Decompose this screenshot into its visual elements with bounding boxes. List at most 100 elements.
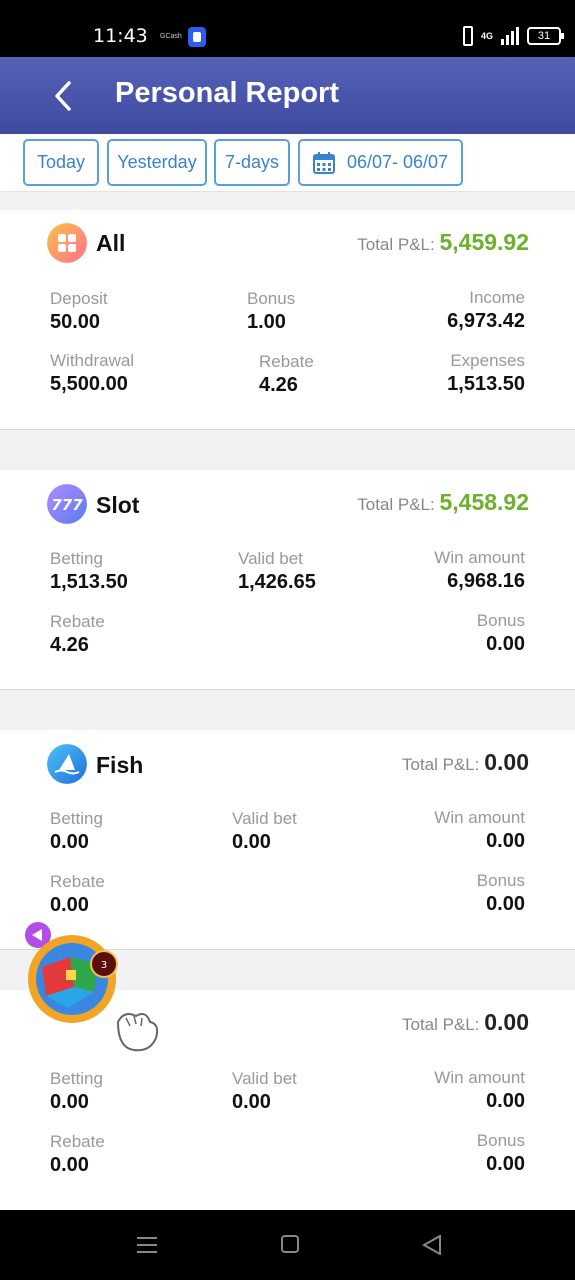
- vibrate-icon: [462, 26, 473, 46]
- cell-label: Valid bet: [232, 809, 297, 828]
- section-title: Slot: [96, 492, 140, 518]
- page-title: Personal Report: [115, 77, 339, 109]
- back-nav-icon[interactable]: [422, 1235, 442, 1255]
- cell-label: Bonus: [476, 1131, 525, 1150]
- cell-label: Betting: [50, 809, 103, 828]
- betting-cell: Betting 1,513.50: [50, 548, 128, 594]
- all-games-icon: [47, 223, 87, 263]
- section-title: All: [96, 230, 126, 256]
- total-pl: Total P&L: 5,458.92: [357, 489, 529, 516]
- total-pl-label: Total P&L:: [402, 1015, 480, 1034]
- date-range-label: 06/07- 06/07: [346, 152, 449, 172]
- total-pl-value: 5,458.92: [439, 489, 529, 515]
- rebate-cell: Rebate 0.00: [50, 1131, 105, 1177]
- rebate-cell: Rebate 0.00: [50, 871, 105, 917]
- cell-value: 0.00: [486, 830, 525, 852]
- recent-apps-icon[interactable]: [137, 1235, 157, 1255]
- cell-label: Win amount: [434, 808, 525, 827]
- svg-text:777: 777: [51, 496, 83, 514]
- cell-label: Deposit: [50, 289, 108, 308]
- report-card-all: All Total P&L: 5,459.92 Deposit 50.00 Bon…: [0, 210, 575, 430]
- cell-value: 0.00: [486, 1153, 525, 1175]
- cell-value: 4.26: [259, 374, 298, 396]
- cell-label: Bonus: [247, 289, 296, 308]
- cell-label: Expenses: [450, 351, 525, 370]
- cell-value: 0.00: [50, 831, 89, 853]
- cell-label: Rebate: [259, 352, 314, 371]
- total-pl-label: Total P&L:: [357, 495, 435, 514]
- calendar-icon: [312, 151, 335, 174]
- income-cell: Income 6,973.42: [447, 287, 525, 333]
- win-amount-cell: Win amount 0.00: [434, 1067, 525, 1113]
- betting-cell: Betting 0.00: [50, 808, 103, 854]
- cell-label: Rebate: [50, 1132, 105, 1151]
- valid-bet-cell: Valid bet 0.00: [232, 808, 297, 854]
- total-pl-value: 0.00: [484, 1009, 529, 1035]
- cell-value: 0.00: [486, 633, 525, 655]
- total-pl-value: 5,459.92: [439, 229, 529, 255]
- gcash-notification-label: GCash: [160, 33, 182, 40]
- bonus-cell: Bonus 0.00: [477, 870, 525, 916]
- total-pl-value: 0.00: [484, 749, 529, 775]
- status-icons: 4G 31: [462, 26, 564, 46]
- withdrawal-cell: Withdrawal 5,500.00: [50, 350, 134, 396]
- total-pl: Total P&L: 0.00: [402, 1009, 529, 1036]
- total-pl-label: Total P&L:: [402, 755, 480, 774]
- badge-count: 3: [101, 960, 107, 971]
- cell-value: 6,968.16: [447, 570, 525, 592]
- expenses-cell: Expenses 1,513.50: [447, 350, 525, 396]
- cell-value: 4.26: [50, 634, 89, 656]
- back-arrow-icon[interactable]: [52, 79, 74, 113]
- cell-label: Valid bet: [232, 1069, 297, 1088]
- home-icon[interactable]: [281, 1235, 299, 1253]
- total-pl-label: Total P&L:: [357, 235, 435, 254]
- cell-label: Rebate: [50, 872, 105, 891]
- win-amount-cell: Win amount 0.00: [434, 807, 525, 853]
- status-time: 11:43: [93, 25, 148, 47]
- total-pl: Total P&L: 0.00: [402, 749, 529, 776]
- deposit-cell: Deposit 50.00: [50, 288, 108, 334]
- cell-value: 5,500.00: [50, 373, 128, 395]
- filter-7days-button[interactable]: 7-days: [214, 139, 290, 186]
- cell-value: 0.00: [50, 894, 89, 916]
- section-title: Fish: [96, 752, 144, 778]
- app-header: Personal Report: [0, 57, 575, 134]
- cell-value: 1,426.65: [238, 571, 316, 593]
- cell-value: 0.00: [486, 1090, 525, 1112]
- win-amount-cell: Win amount 6,968.16: [434, 547, 525, 593]
- cell-value: 1,513.50: [50, 571, 128, 593]
- cell-value: 6,973.42: [447, 310, 525, 332]
- valid-bet-cell: Valid bet 1,426.65: [238, 548, 316, 594]
- gift-box-icon: 3: [25, 922, 159, 1052]
- valid-bet-cell: Valid bet 0.00: [232, 1068, 297, 1114]
- cell-value: 0.00: [232, 831, 271, 853]
- cell-label: Rebate: [50, 612, 105, 631]
- date-range-picker[interactable]: 06/07- 06/07: [298, 139, 463, 186]
- cell-label: Betting: [50, 549, 103, 568]
- cell-label: Bonus: [476, 611, 525, 630]
- signal-icon: [501, 27, 519, 45]
- cell-label: Betting: [50, 1069, 103, 1088]
- filter-today-button[interactable]: Today: [23, 139, 99, 186]
- report-card-fish: Fish Total P&L: 0.00 Betting 0.00 Valid b…: [0, 730, 575, 950]
- cell-value: 0.00: [232, 1091, 271, 1113]
- cell-value: 0.00: [50, 1154, 89, 1176]
- network-type: 4G: [480, 30, 493, 41]
- floating-promo-widget[interactable]: 3: [22, 922, 172, 1062]
- bonus-cell: Bonus 1.00: [247, 288, 295, 334]
- report-card-slot: 777 Slot Total P&L: 5,458.92 Betting 1,51…: [0, 470, 575, 690]
- filter-yesterday-button[interactable]: Yesterday: [107, 139, 207, 186]
- date-filter-bar: Today Yesterday 7-days 06/07- 06/07: [0, 134, 575, 192]
- cell-label: Win amount: [434, 548, 525, 567]
- status-bar: 11:43 GCash 4G 31: [0, 0, 575, 57]
- system-navigation-bar: [0, 1210, 575, 1280]
- betting-cell: Betting 0.00: [50, 1068, 103, 1114]
- app-notification-icon: [188, 27, 206, 47]
- cell-label: Valid bet: [238, 549, 303, 568]
- cell-value: 1,513.50: [447, 373, 525, 395]
- bonus-cell: Bonus 0.00: [477, 1130, 525, 1176]
- cell-value: 0.00: [50, 1091, 89, 1113]
- fish-shark-icon: [47, 744, 87, 784]
- cell-label: Bonus: [476, 871, 525, 890]
- bonus-cell: Bonus 0.00: [477, 610, 525, 656]
